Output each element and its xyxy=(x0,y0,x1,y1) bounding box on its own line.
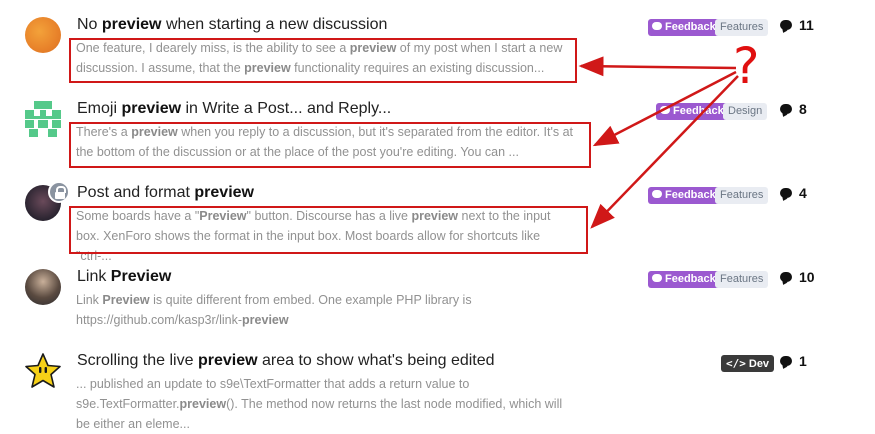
question-mark: ? xyxy=(733,37,760,95)
